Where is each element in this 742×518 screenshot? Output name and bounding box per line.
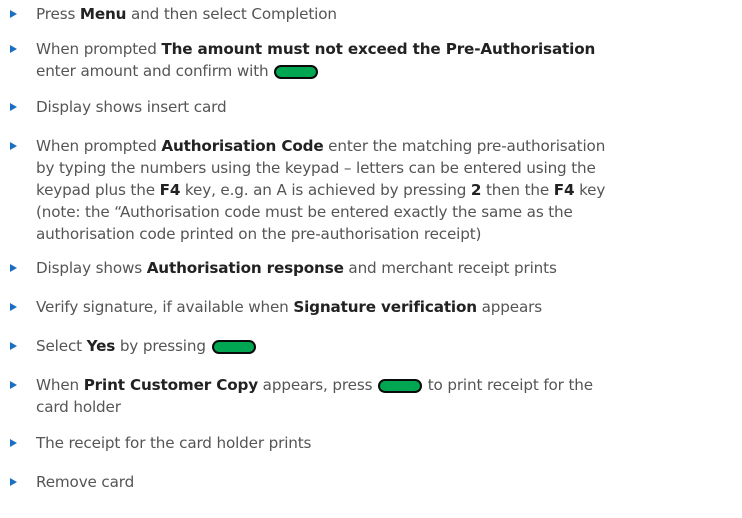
step-text-run: and merchant receipt prints (343, 259, 557, 277)
step-item: Verify signature, if available when Sign… (0, 296, 742, 318)
step-text-run: key (574, 181, 606, 199)
step-text-run: appears (476, 298, 543, 316)
step-text-run: When prompted (36, 40, 162, 58)
step-text: Remove card (36, 471, 736, 493)
triangle-bullet-icon (10, 381, 17, 389)
step-text-run: key, e.g. an A is achieved by pressing (180, 181, 471, 199)
step-item: When prompted Authorisation Code enter t… (0, 135, 742, 245)
step-emphasis: Menu (79, 5, 127, 23)
step-emphasis: 2 (470, 181, 482, 199)
step-emphasis: Authorisation Code (161, 137, 324, 155)
step-text-run: Press (36, 5, 80, 23)
triangle-bullet-icon (10, 303, 17, 311)
step-text: Verify signature, if available when Sign… (36, 296, 736, 318)
triangle-bullet-icon (10, 478, 17, 486)
triangle-bullet-icon (10, 10, 17, 18)
triangle-bullet-icon (10, 342, 17, 350)
step-text-run: by typing the numbers using the keypad –… (36, 159, 596, 177)
step-text-run: When (36, 376, 84, 394)
step-emphasis: The amount must not exceed the Pre-Autho… (161, 40, 596, 58)
step-text-run: to print receipt for the (423, 376, 593, 394)
step-text-run: and then select Completion (126, 5, 337, 23)
step-emphasis: F4 (159, 181, 181, 199)
step-emphasis: Yes (86, 337, 116, 355)
step-item: When Print Customer Copy appears, press … (0, 374, 742, 418)
step-text-run: The receipt for the card holder prints (36, 434, 312, 452)
green-confirm-key-icon (211, 340, 256, 354)
step-text-run: card holder (36, 398, 121, 416)
step-text-run: authorisation code printed on the pre-au… (36, 225, 482, 243)
step-emphasis: F4 (553, 181, 575, 199)
step-item: Display shows Authorisation response and… (0, 257, 742, 279)
step-emphasis: Authorisation response (146, 259, 344, 277)
step-text: When prompted Authorisation Code enter t… (36, 135, 736, 245)
step-text: Display shows Authorisation response and… (36, 257, 736, 279)
step-item: Display shows insert card (0, 96, 742, 118)
green-confirm-key-icon (274, 65, 319, 79)
step-text: The receipt for the card holder prints (36, 432, 736, 454)
step-item: The receipt for the card holder prints (0, 432, 742, 454)
step-text-run: Display shows insert card (36, 98, 227, 116)
step-emphasis: Signature verification (293, 298, 477, 316)
step-text-run: Select (36, 337, 87, 355)
step-text-run: Display shows (36, 259, 147, 277)
step-item: Remove card (0, 471, 742, 493)
triangle-bullet-icon (10, 264, 17, 272)
step-text-run: then the (481, 181, 554, 199)
step-item: Select Yes by pressing (0, 335, 742, 357)
step-emphasis: Print Customer Copy (83, 376, 258, 394)
triangle-bullet-icon (10, 142, 17, 150)
step-text: Press Menu and then select Completion (36, 3, 736, 25)
step-item: Press Menu and then select Completion (0, 3, 742, 25)
step-text-run: (note: the “Authorisation code must be e… (36, 203, 573, 221)
step-text-run: by pressing (115, 337, 211, 355)
step-text: When Print Customer Copy appears, press … (36, 374, 736, 418)
triangle-bullet-icon (10, 45, 17, 53)
step-item: When prompted The amount must not exceed… (0, 38, 742, 82)
step-text-run: appears, press (258, 376, 378, 394)
step-text: When prompted The amount must not exceed… (36, 38, 736, 82)
step-text: Select Yes by pressing (36, 335, 736, 357)
step-text-run: Verify signature, if available when (36, 298, 294, 316)
triangle-bullet-icon (10, 439, 17, 447)
step-text-run: enter amount and confirm with (36, 62, 274, 80)
triangle-bullet-icon (10, 103, 17, 111)
step-text-run: keypad plus the (36, 181, 160, 199)
green-confirm-key-icon (378, 379, 423, 393)
step-text-run: When prompted (36, 137, 162, 155)
step-text-run: enter the matching pre-authorisation (323, 137, 606, 155)
step-text-run: Remove card (36, 473, 135, 491)
step-text: Display shows insert card (36, 96, 736, 118)
